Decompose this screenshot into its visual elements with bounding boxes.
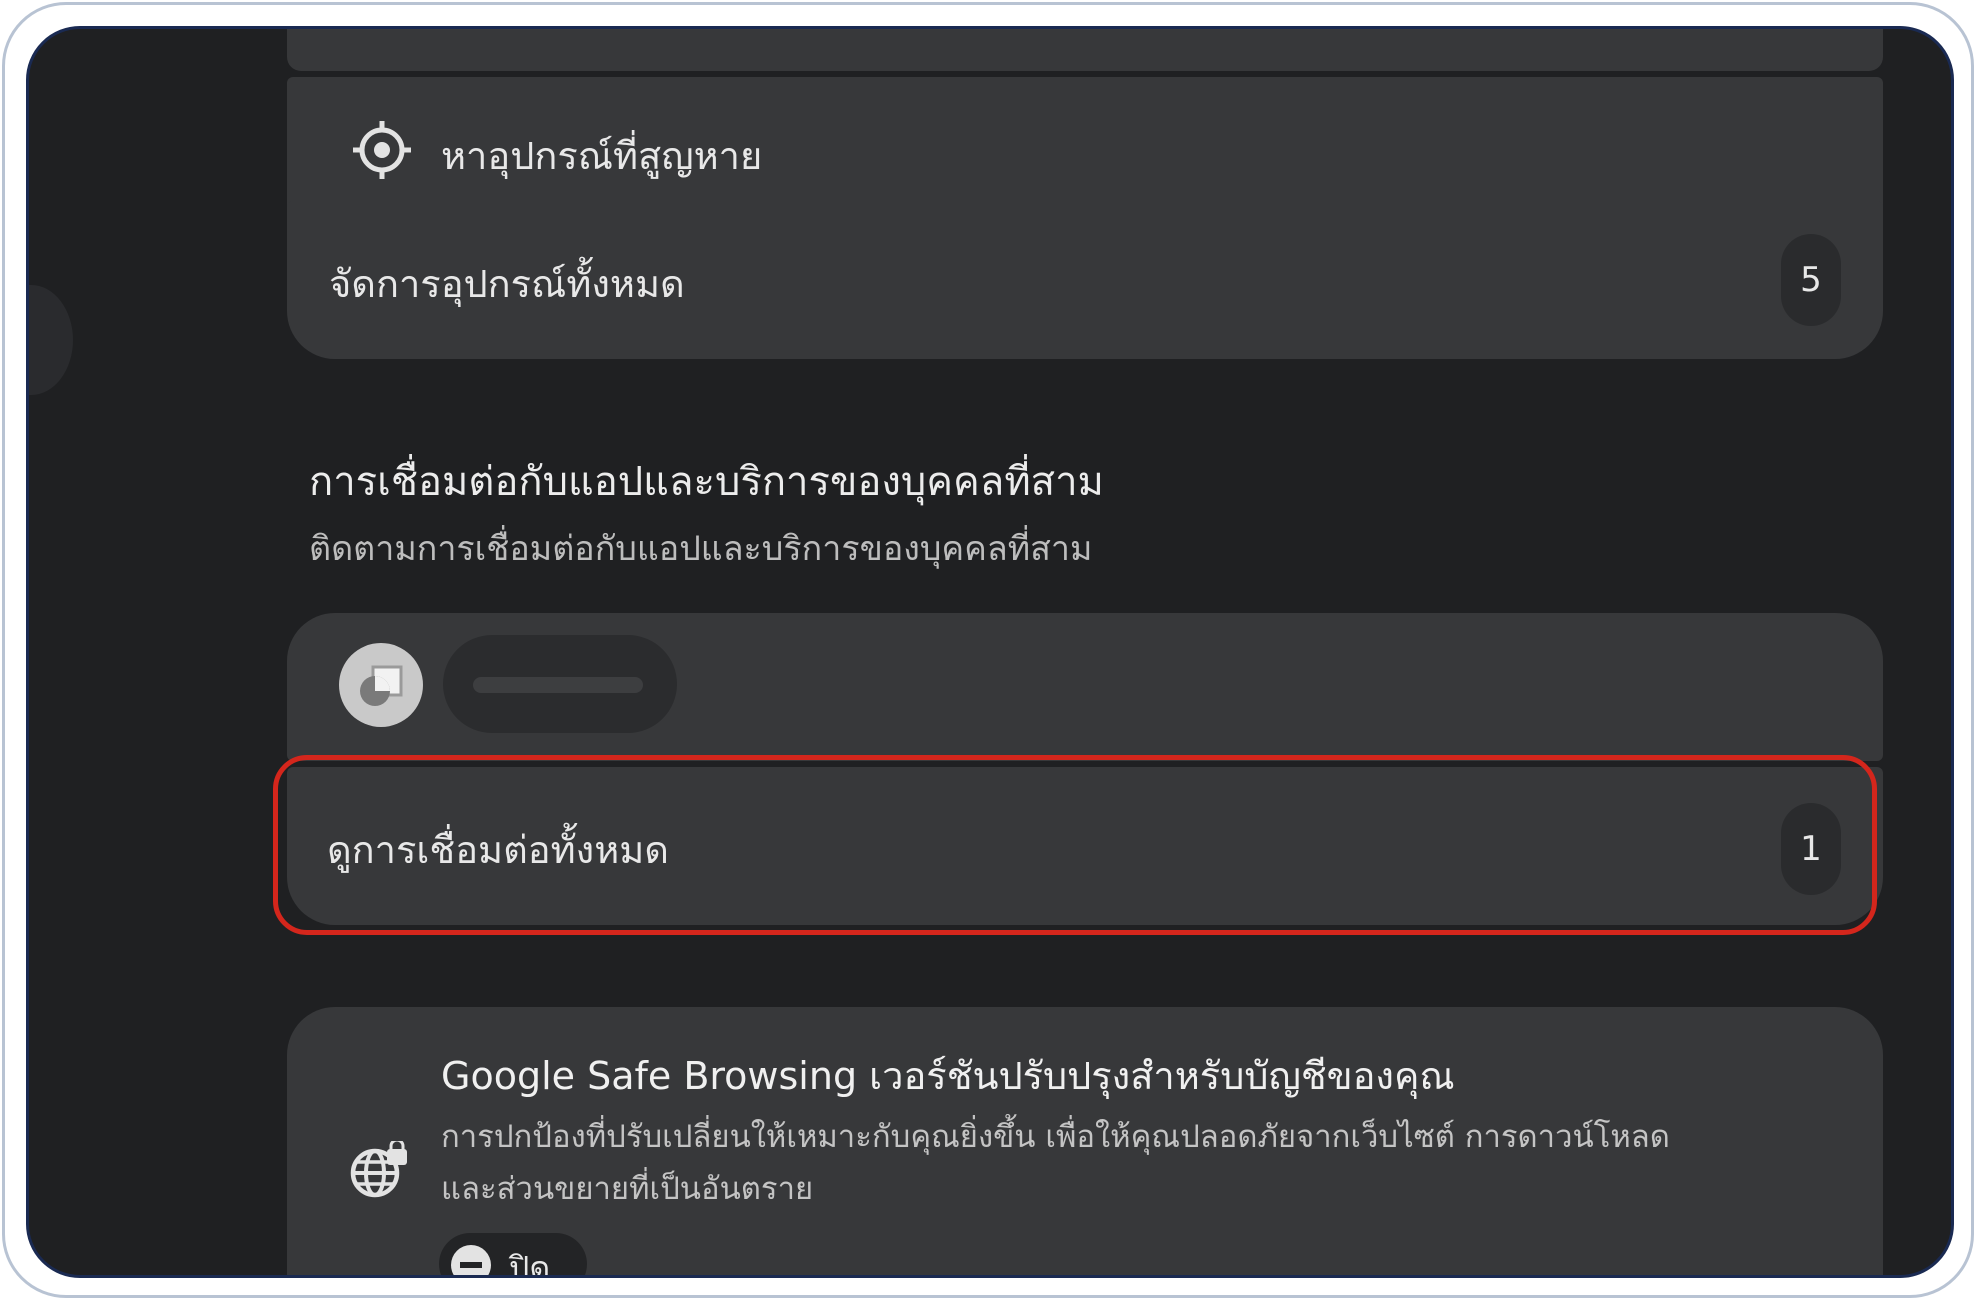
safe-browsing-desc-line1: การปกป้องที่ปรับเปลี่ยนให้เหมาะกับคุณยิ่… — [441, 1119, 1670, 1155]
third-party-section-title: การเชื่อมต่อกับแอปและบริการของบุคคลที่สา… — [309, 459, 1104, 505]
previous-card-edge — [287, 29, 1883, 71]
manage-devices-row[interactable]: จัดการอุปกรณ์ทั้งหมด 5 — [287, 201, 1883, 359]
third-party-section-subtitle: ติดตามการเชื่อมต่อกับแอปและบริการของบุคค… — [309, 529, 1093, 569]
third-party-app-row[interactable] — [287, 613, 1883, 761]
side-edge — [29, 285, 73, 395]
app-name-redacted — [443, 635, 677, 733]
status-label: ปิด — [509, 1249, 551, 1278]
view-all-connections-label: ดูการเชื่อมต่อทั้งหมด — [327, 828, 669, 872]
safe-browsing-card[interactable]: Google Safe Browsing เวอร์ชันปรับปรุงสำห… — [287, 1007, 1883, 1278]
connection-count-badge: 1 — [1781, 803, 1841, 895]
settings-screen: หาอุปกรณ์ที่สูญหาย จัดการอุปกรณ์ทั้งหมด … — [26, 26, 1954, 1278]
app-logo-icon — [339, 643, 423, 727]
target-icon — [351, 119, 413, 181]
safe-browsing-title: Google Safe Browsing เวอร์ชันปรับปรุงสำห… — [441, 1054, 1455, 1098]
status-chip[interactable]: ปิด — [439, 1233, 587, 1278]
view-all-connections-row[interactable]: ดูการเชื่อมต่อทั้งหมด 1 — [287, 767, 1883, 925]
safe-browsing-desc-line2: และส่วนขยายที่เป็นอันตราย — [441, 1171, 814, 1207]
minus-circle-icon — [451, 1245, 491, 1275]
globe-lock-icon — [349, 1138, 409, 1201]
find-device-label: หาอุปกรณ์ที่สูญหาย — [441, 134, 763, 178]
device-count-badge: 5 — [1781, 234, 1841, 326]
manage-devices-label: จัดการอุปกรณ์ทั้งหมด — [329, 262, 685, 306]
